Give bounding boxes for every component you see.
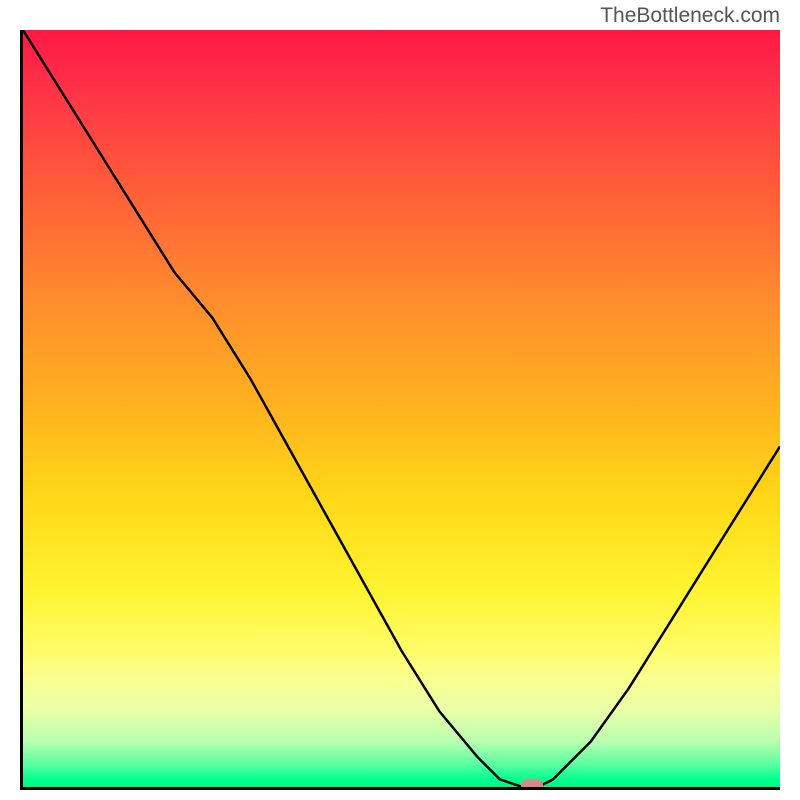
watermark-text: TheBottleneck.com xyxy=(600,4,780,28)
bottleneck-curve xyxy=(23,30,780,787)
optimal-point-marker xyxy=(521,779,543,790)
curve-svg xyxy=(23,30,780,787)
chart-plot-area xyxy=(20,30,780,790)
